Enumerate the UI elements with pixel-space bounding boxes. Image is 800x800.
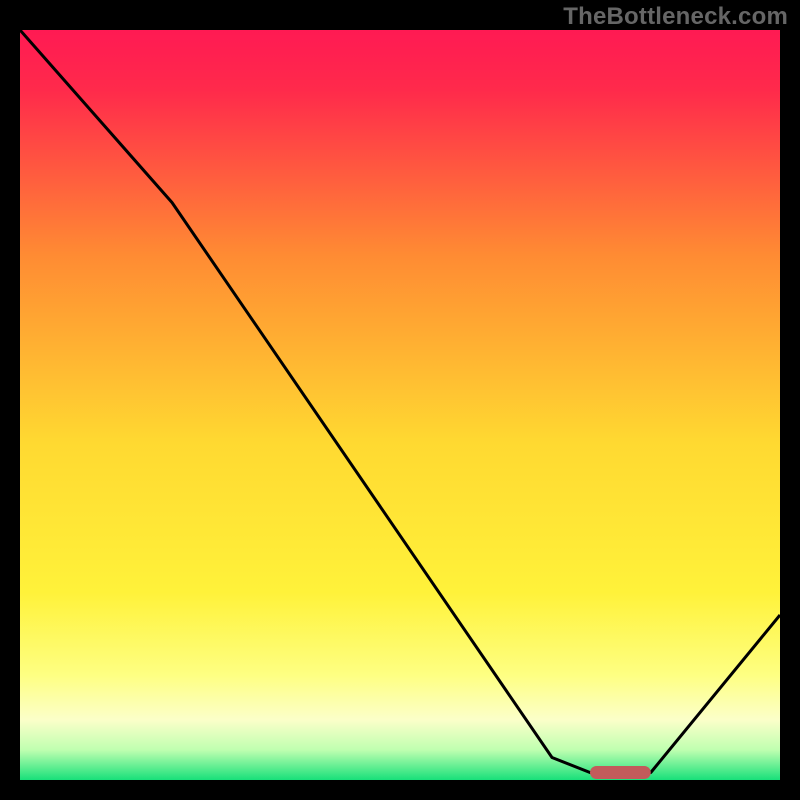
bottleneck-chart: TheBottleneck.com bbox=[0, 0, 800, 800]
chart-svg bbox=[20, 30, 780, 780]
gradient-background bbox=[20, 30, 780, 780]
watermark-text: TheBottleneck.com bbox=[563, 3, 788, 31]
plot-area bbox=[20, 30, 780, 780]
optimal-range-marker bbox=[590, 766, 651, 779]
